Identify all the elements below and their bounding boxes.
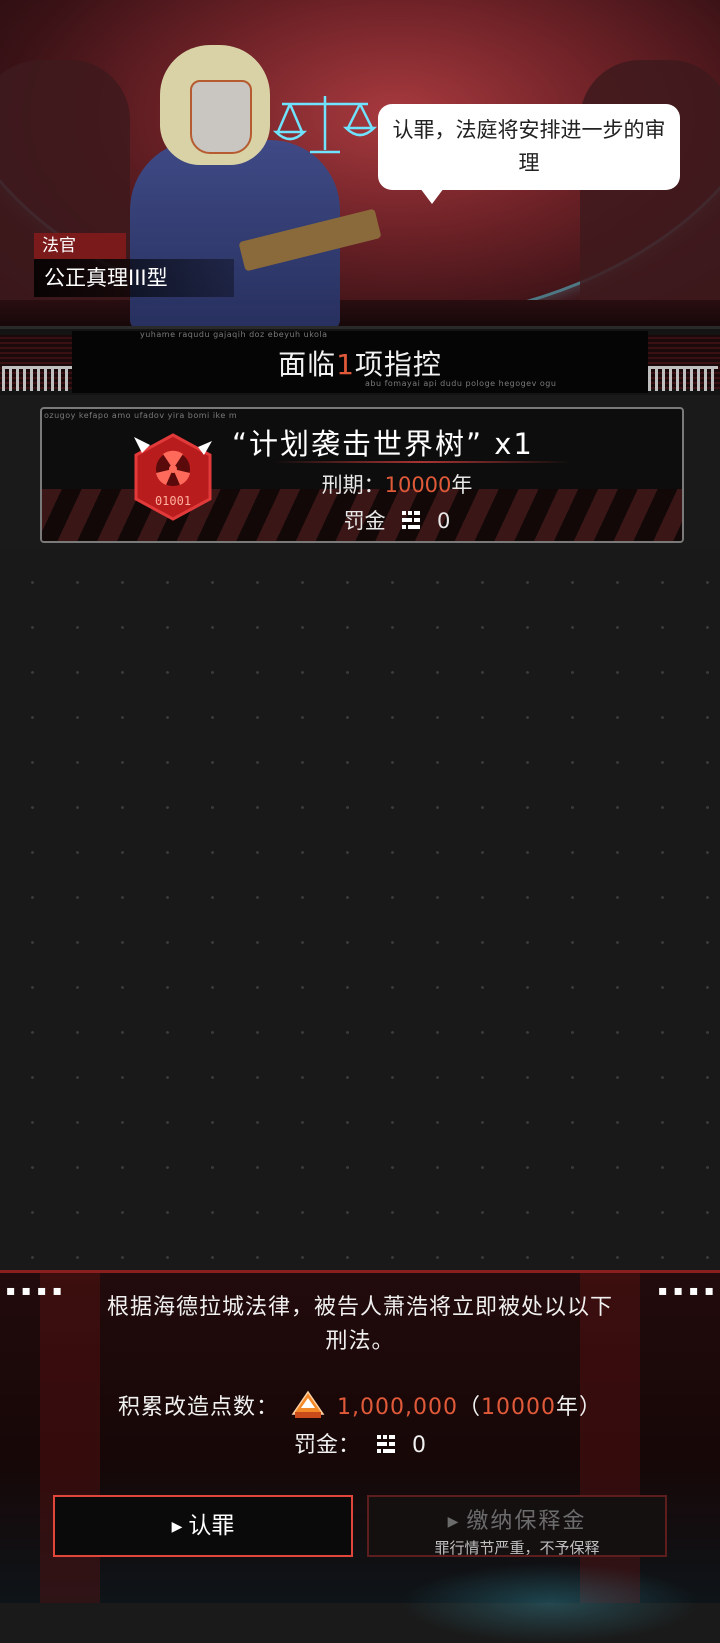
deco-dots-left: ▪▪▪▪	[6, 1283, 68, 1299]
content-grid-background	[0, 550, 720, 1270]
charge-fine: 罚金 0	[232, 505, 562, 535]
bottom-glow	[400, 1563, 700, 1643]
scales-of-justice-icon	[272, 96, 378, 154]
pay-bail-label: 缴纳保释金	[466, 1509, 587, 1534]
verdict-panel: ▪▪▪▪ ▪▪▪▪ 根据海德拉城法律，被告人萧浩将立即被处以以下刑法。 积累改造…	[0, 1270, 720, 1643]
radiation-hazard-icon: 01001	[134, 433, 212, 521]
deco-dots-right: ▪▪▪▪	[658, 1283, 720, 1299]
points-label: 积累改造点数：	[117, 1395, 279, 1420]
verdict-text: 根据海德拉城法律，被告人萧浩将立即被处以以下刑法。	[106, 1295, 613, 1354]
judge-title-tag: 法官	[34, 233, 126, 259]
charges-header: yuhame raqudu gajaqih doz ebeyuh ukola a…	[0, 326, 720, 395]
card-deco-text: ozugoy kefapo amo ufadov yira bomi ike m	[44, 411, 238, 420]
fine-value: 0	[437, 509, 451, 533]
play-triangle-icon: ▶	[171, 1519, 183, 1535]
charges-count: 1	[336, 348, 355, 381]
play-triangle-icon: ▶	[447, 1514, 461, 1530]
judge-name-tag: 公正真理III型	[34, 259, 234, 297]
pay-bail-main: ▶ 缴纳保释金	[369, 1503, 665, 1535]
points-years: 10000	[480, 1395, 556, 1420]
charge-name: “计划袭击世界树” x1	[232, 427, 534, 461]
judge-mask	[190, 80, 252, 154]
speech-bubble: 认罪，法庭将安排进一步的审理	[378, 104, 680, 190]
speech-text: 认罪，法庭将安排进一步的审理	[392, 118, 666, 175]
charge-divider	[272, 461, 572, 463]
pay-bail-sub: 罪行情节严重，不予保释	[434, 1539, 600, 1557]
hero-scene: 认罪，法庭将安排进一步的审理 法官 公正真理III型	[0, 0, 720, 330]
fine-label: 罚金	[343, 509, 386, 533]
svg-text:01001: 01001	[155, 494, 191, 508]
verdict-fine-label: 罚金：	[293, 1433, 360, 1458]
term-value: 10000	[384, 473, 452, 497]
verdict-fine-line: 罚金： 0	[0, 1427, 720, 1459]
charges-count-title: 面临1项指控	[0, 343, 720, 383]
pay-bail-button[interactable]: ▶ 缴纳保释金 罪行情节严重，不予保释	[367, 1495, 667, 1557]
verdict-fine-value: 0	[412, 1433, 426, 1458]
speech-bubble-tail	[420, 188, 444, 204]
plead-guilty-button[interactable]: ▶ 认罪	[53, 1495, 353, 1557]
reform-points-line: 积累改造点数： 1,000,000（10000年）	[0, 1389, 720, 1421]
points-value: 1,000,000	[337, 1395, 458, 1420]
currency-icon	[402, 511, 421, 529]
plead-guilty-label: 认罪	[188, 1513, 235, 1539]
reform-points-icon	[291, 1390, 325, 1418]
term-unit: 年	[451, 473, 473, 497]
charges-title-prefix: 面临	[278, 348, 337, 381]
header-deco-text-top: yuhame raqudu gajaqih doz ebeyuh ukola	[140, 330, 328, 339]
charges-title-suffix: 项指控	[354, 348, 442, 381]
points-years-unit: 年）	[555, 1395, 602, 1420]
charge-card: ozugoy kefapo amo ufadov yira bomi ike m…	[40, 407, 684, 543]
points-paren-open: （	[457, 1395, 481, 1420]
charge-term: 刑期：10000年	[232, 469, 562, 499]
currency-icon	[377, 1435, 395, 1453]
term-label: 刑期：	[321, 473, 385, 497]
